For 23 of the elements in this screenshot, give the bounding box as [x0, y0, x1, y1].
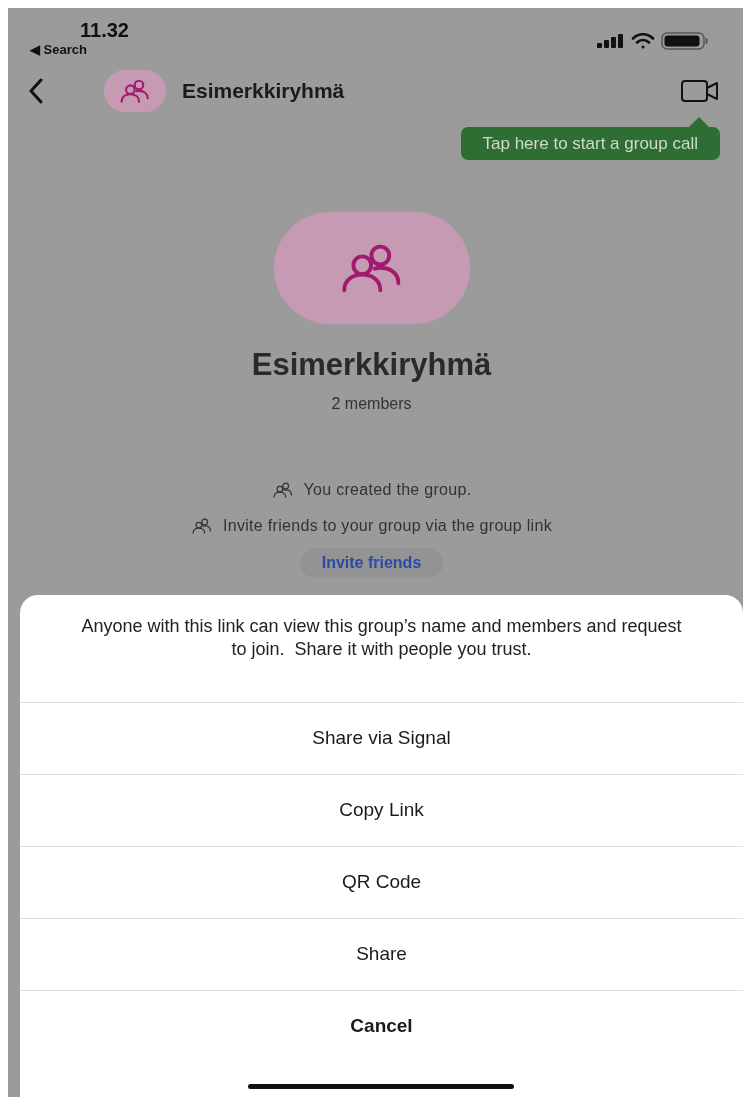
battery-icon: [661, 32, 709, 50]
share-sheet-message: Anyone with this link can view this group’s name and members and request to join. Share it with people you trust.: [81, 615, 682, 661]
video-camera-icon: [681, 80, 719, 102]
share-option[interactable]: Copy Link: [20, 774, 743, 846]
back-chevron-icon: [28, 78, 44, 104]
share-option[interactable]: Share via Signal: [20, 702, 743, 774]
cancel-button[interactable]: Cancel: [20, 990, 743, 1062]
share-option[interactable]: QR Code: [20, 846, 743, 918]
group-icon: [119, 79, 151, 103]
group-name: Esimerkkiryhmä: [251, 346, 492, 384]
header-title[interactable]: Esimerkkiryhmä: [182, 75, 345, 107]
tooltip-pointer: [688, 117, 710, 128]
video-call-button[interactable]: [681, 80, 719, 102]
group-icon: [191, 518, 213, 534]
group-icon: [271, 482, 294, 498]
member-count: 2 members: [331, 394, 412, 414]
status-time: 11.32: [79, 18, 129, 42]
wifi-icon: [631, 33, 655, 49]
system-message: Invite friends to your group via the group link: [223, 516, 552, 536]
share-option[interactable]: Share: [20, 918, 743, 990]
back-to-search-link[interactable]: ◀ Search: [30, 42, 129, 58]
system-message: You created the group.: [303, 480, 472, 500]
signal-icon: [597, 34, 625, 48]
